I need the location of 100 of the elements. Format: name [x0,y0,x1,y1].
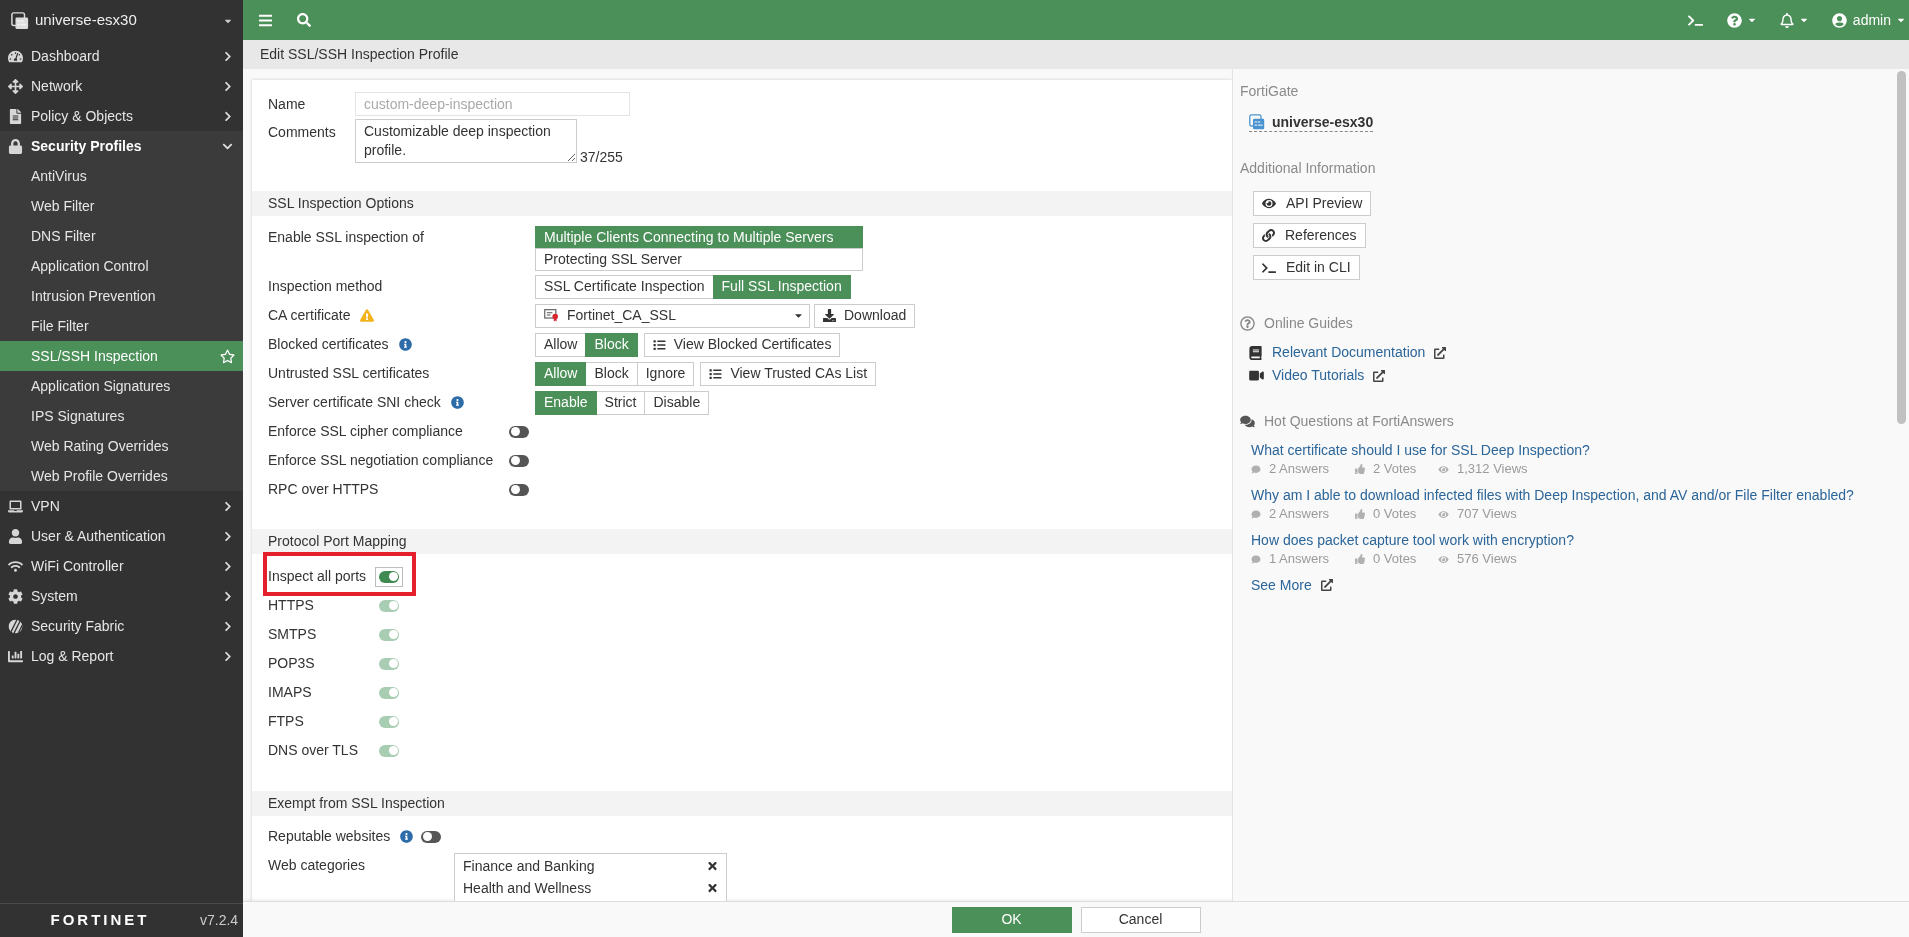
sidebar-subitem[interactable]: Intrusion Prevention [0,281,243,311]
chevron-right-icon [223,50,233,62]
chevron-right-icon [223,590,233,602]
field-label: Inspect all ports [268,567,367,586]
eye-icon [1438,464,1449,474]
panel-heading: FortiGate [1240,82,1299,100]
field-label: IMAPS [268,683,312,702]
select-value: Fortinet_CA_SSL [567,306,676,325]
views-count: 576 Views [1457,550,1517,569]
toggle-switch[interactable] [509,483,529,496]
sidebar-item[interactable]: Security Fabric [0,611,243,641]
toggle-switch[interactable] [509,454,529,467]
sidebar-subitem[interactable]: Application Control [0,251,243,281]
bell-icon[interactable] [1779,12,1794,28]
sidebar-subitem[interactable]: AntiVirus [0,161,243,191]
sidebar-item[interactable]: WiFi Controller [0,551,243,581]
sidebar-item[interactable]: System [0,581,243,611]
field-label: SMTPS [268,625,317,644]
sidebar-item[interactable]: Network [0,71,243,101]
info-icon[interactable] [400,830,414,843]
panel-action-button[interactable]: API Preview [1253,191,1372,216]
scrollbar-thumb[interactable] [1897,71,1906,424]
speech-bubble-icon [1251,554,1261,564]
user-menu-button[interactable]: admin [1831,9,1905,31]
votes-count: 2 Votes [1373,460,1417,479]
sidebar-subitem[interactable]: IPS Signatures [0,401,243,431]
sidebar-subitem[interactable]: Web Rating Overrides [0,431,243,461]
sidebar-item[interactable]: Policy & Objects [0,101,243,131]
list-action-button[interactable]: View Blocked Certificates [643,332,841,357]
question-link[interactable]: Why am I able to download infected files with Deep Inspection, and AV and/or File Filter enabled? [1251,486,1854,505]
external-link-icon[interactable] [1434,346,1447,359]
star-icon[interactable] [220,348,235,364]
help-icon[interactable] [1726,12,1742,28]
sidebar-item[interactable]: Security Profiles [0,131,243,161]
sidebar-subitem[interactable]: Web Filter [0,191,243,221]
field-label: Untrusted SSL certificates [268,364,430,383]
segment-option[interactable]: Allow [535,332,587,357]
search-icon[interactable] [297,13,311,27]
sidebar-item[interactable]: User & Authentication [0,521,243,551]
terminal-icon[interactable] [1687,13,1703,27]
sidebar-subitem[interactable]: Application Signatures [0,371,243,401]
sidebar-subitem[interactable]: File Filter [0,311,243,341]
field-label: HTTPS [268,596,314,615]
cancel-button[interactable]: Cancel [1080,906,1201,933]
choice-option[interactable]: Protecting SSL Server [535,248,863,271]
panel-heading: Hot Questions at FortiAnswers [1264,411,1454,431]
sidebar-item[interactable]: VPN [0,491,243,521]
segment-option[interactable]: SSL Certificate Inspection [535,274,714,299]
sidebar-item[interactable]: Dashboard [0,41,243,71]
panel-action-button[interactable]: References [1253,223,1366,248]
list-action-button[interactable]: View Trusted CAs List [700,361,877,386]
device-link[interactable]: universe-esx30 [1249,112,1374,132]
answers-count: 2 Answers [1269,505,1329,524]
device-selector[interactable]: universe-esx30 [0,0,243,41]
remove-icon[interactable] [707,882,718,894]
external-link-icon[interactable] [1373,369,1386,382]
choice-option[interactable]: Multiple Clients Connecting to Multiple Servers [535,226,863,249]
info-icon[interactable] [398,338,412,351]
sidebar-subitem[interactable]: Web Profile Overrides [0,461,243,491]
guide-link[interactable]: Video Tutorials [1272,365,1365,386]
certificate-icon [544,309,559,322]
segment-option[interactable]: Full SSL Inspection [712,274,851,299]
menu-icon[interactable] [258,12,273,28]
gauge-icon [8,48,23,64]
info-icon[interactable] [450,396,464,409]
segment-option[interactable]: Strict [595,390,646,415]
download-button[interactable]: Download [814,303,916,328]
speech-bubble-icon [1251,509,1261,519]
votes-count: 0 Votes [1373,550,1417,569]
toggle-switch[interactable] [421,830,442,843]
remove-icon[interactable] [707,860,718,872]
comments-field[interactable]: Customizable deep inspection profile. [355,119,577,163]
external-link-icon[interactable] [1320,579,1333,591]
ok-button[interactable]: OK [951,906,1072,933]
segment-option[interactable]: Ignore [636,361,695,386]
field-label: Enforce SSL cipher compliance [268,422,463,441]
field-label: POP3S [268,654,315,673]
guide-link[interactable]: Relevant Documentation [1272,342,1426,363]
views-count: 707 Views [1457,505,1517,524]
field-label: CA certificate [268,306,351,325]
segment-option[interactable]: Disable [644,390,710,415]
panel-action-button[interactable]: Edit in CLI [1253,255,1360,280]
see-more-link[interactable]: See More [1251,574,1312,596]
segment-option[interactable]: Block [585,332,638,357]
segment-option[interactable]: Enable [535,390,597,415]
segment-option[interactable]: Block [585,361,638,386]
sidebar-subitem[interactable]: DNS Filter [0,221,243,251]
toggle-switch[interactable] [509,425,529,438]
certificate-select[interactable]: Fortinet_CA_SSL [535,303,810,328]
field-label: Web categories [268,856,365,875]
answers-count: 1 Answers [1269,550,1329,569]
chevron-right-icon [223,650,233,662]
chevron-right-icon [223,620,233,632]
segment-option[interactable]: Allow [535,361,587,386]
eye-icon [1438,554,1449,564]
sidebar-item[interactable]: Log & Report [0,641,243,671]
help-icon [1240,315,1255,331]
question-link[interactable]: What certificate should I use for SSL Deep Inspection? [1251,441,1590,460]
sidebar-subitem[interactable]: SSL/SSH Inspection [0,341,243,371]
question-link[interactable]: How does packet capture tool work with encryption? [1251,531,1574,550]
